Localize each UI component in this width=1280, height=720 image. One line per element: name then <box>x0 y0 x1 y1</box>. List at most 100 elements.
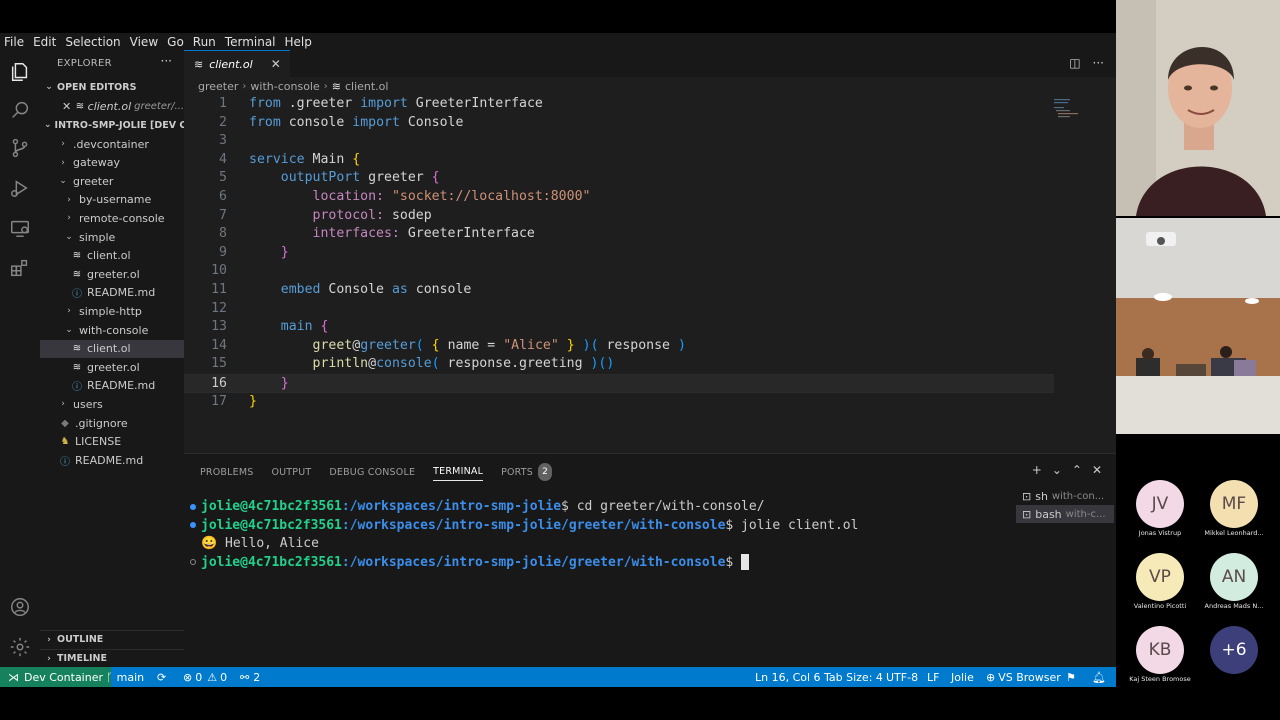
breadcrumb: greeter › with-console › ≋ client.ol <box>198 80 388 93</box>
tree-file[interactable]: ♞ LICENSE <box>40 433 184 451</box>
settings-gear-icon[interactable] <box>8 635 32 659</box>
menu-view[interactable]: View <box>130 35 158 49</box>
problems-indicator[interactable]: ⊗ 0 ⚠ 0 <box>183 667 227 687</box>
branch-indicator[interactable]: ᚴ main <box>106 667 144 687</box>
participant-avatar[interactable]: +6 <box>1210 626 1258 674</box>
minimap[interactable] <box>1054 97 1084 137</box>
tree-folder[interactable]: › users <box>40 395 184 413</box>
feedback-icon[interactable]: ⚑ <box>1066 667 1076 687</box>
participant-avatar[interactable]: KB <box>1136 626 1184 674</box>
ports-icon: ⚯ <box>240 670 250 684</box>
chevron-down-icon[interactable]: ⌄ <box>1052 463 1062 477</box>
line-number: 6 <box>219 189 227 204</box>
source-control-icon[interactable] <box>8 136 32 160</box>
run-debug-icon[interactable] <box>8 176 32 200</box>
tree-folder[interactable]: ⌄ with-console <box>40 321 184 339</box>
maximize-panel-icon[interactable]: ⌃ <box>1072 463 1082 477</box>
tab-problems[interactable]: PROBLEMS <box>200 463 253 481</box>
tree-item-label: README.md <box>87 286 156 300</box>
remote-indicator[interactable]: ⋊ Dev Container <box>0 667 111 687</box>
tree-item-label: greeter.ol <box>87 360 140 374</box>
encoding[interactable]: UTF-8 <box>886 667 918 687</box>
menu-selection[interactable]: Selection <box>65 35 120 49</box>
accounts-icon[interactable] <box>8 595 32 619</box>
menu-edit[interactable]: Edit <box>33 35 56 49</box>
more-actions-icon[interactable]: ··· <box>1093 56 1104 70</box>
terminal-icon: ⊡ <box>1022 489 1032 503</box>
line-number: 12 <box>211 300 227 316</box>
search-icon[interactable] <box>8 98 32 122</box>
cursor-position[interactable]: Ln 16, Col 6 <box>755 667 821 687</box>
remote-explorer-icon[interactable] <box>8 216 32 240</box>
breadcrumb-item[interactable]: greeter <box>198 80 238 93</box>
participant-name: Mikkel Leonhard... <box>1204 529 1264 537</box>
menu-terminal[interactable]: Terminal <box>225 35 276 49</box>
tree-item-label: README.md <box>87 379 156 393</box>
tree-file[interactable]: ≋ client.ol <box>40 247 184 265</box>
sync-icon[interactable]: ⟳ <box>157 667 166 687</box>
outline-section[interactable]: › OUTLINE <box>40 630 184 648</box>
tree-file[interactable]: ◆ .gitignore <box>40 414 184 432</box>
breadcrumb-item[interactable]: with-console <box>250 80 319 93</box>
tree-file[interactable]: ≋ client.ol <box>40 339 184 358</box>
info-file-icon: ⓘ <box>72 382 82 394</box>
new-terminal-icon[interactable]: + <box>1032 463 1042 477</box>
line-number: 10 <box>211 263 227 279</box>
close-icon[interactable]: ✕ <box>62 100 71 113</box>
participant-avatar[interactable]: JV <box>1136 480 1184 528</box>
menu-help[interactable]: Help <box>285 35 312 49</box>
split-editor-icon[interactable]: ◫ <box>1069 56 1080 70</box>
explorer-icon[interactable] <box>8 60 32 84</box>
notifications-icon[interactable]: 🔔︎ <box>1092 667 1106 687</box>
tree-folder[interactable]: ⌄ greeter <box>40 172 184 190</box>
timeline-section[interactable]: › TIMELINE <box>40 649 184 667</box>
tab-debug-console[interactable]: DEBUG CONSOLE <box>329 463 415 481</box>
vscode-window: File Edit Selection View Go Run Terminal… <box>0 33 1116 687</box>
tab-terminal[interactable]: TERMINAL <box>433 463 484 481</box>
end-of-line[interactable]: LF <box>927 667 939 687</box>
chevron-down-icon: ⌄ <box>45 82 53 92</box>
jolie-file-icon: ≋ <box>194 57 204 71</box>
participant-avatar[interactable]: VP <box>1136 553 1184 601</box>
terminal-item-sh[interactable]: ⊡ sh with-con... <box>1016 487 1114 505</box>
menu-go[interactable]: Go <box>167 35 184 49</box>
tree-folder[interactable]: › remote-console <box>40 209 184 227</box>
tree-folder[interactable]: ⌄ simple <box>40 228 184 246</box>
close-icon[interactable]: ✕ <box>271 57 281 71</box>
tree-file[interactable]: ≋ greeter.ol <box>40 265 184 283</box>
chevron-right-icon: › <box>47 634 51 645</box>
chevron-right-icon: › <box>67 213 71 224</box>
tree-file[interactable]: ⓘ README.md <box>40 377 184 395</box>
project-header[interactable]: ⌄ INTRO-SMP-JOLIE [DEV C... <box>40 116 184 134</box>
command-decoration-icon <box>190 522 196 529</box>
close-icon[interactable]: ✕ <box>1092 463 1102 477</box>
menu-run[interactable]: Run <box>193 35 216 49</box>
tree-folder[interactable]: › simple-http <box>40 302 184 320</box>
open-editor-item[interactable]: ✕ ≋ client.ol greeter/... <box>40 97 184 115</box>
participant-avatar[interactable]: AN <box>1210 553 1258 601</box>
tree-file[interactable]: ⓘ README.md <box>40 451 184 469</box>
tree-folder[interactable]: › .devcontainer <box>40 135 184 153</box>
code-editor[interactable]: 1 from .greeter import GreeterInterface 2… <box>184 95 1116 455</box>
participant-avatar[interactable]: MF <box>1210 480 1258 528</box>
extensions-icon[interactable] <box>8 256 32 280</box>
menu-file[interactable]: File <box>4 35 24 49</box>
tree-folder[interactable]: › gateway <box>40 154 184 172</box>
tab-output[interactable]: OUTPUT <box>271 463 311 481</box>
tab-size[interactable]: Tab Size: 4 <box>824 667 883 687</box>
terminal-item-bash[interactable]: ⊡ bash with-c... <box>1016 505 1114 523</box>
breadcrumb-item[interactable]: client.ol <box>345 80 389 93</box>
tree-file[interactable]: ⓘ README.md <box>40 284 184 302</box>
open-editors-header[interactable]: ⌄ OPEN EDITORS <box>40 78 184 96</box>
language-mode[interactable]: Jolie <box>951 667 974 687</box>
explorer-sidebar: EXPLORER ··· ⌄ OPEN EDITORS ✕ ≋ client.o… <box>40 50 184 667</box>
more-actions-icon[interactable]: ··· <box>161 54 172 68</box>
jolie-file-icon: ≋ <box>72 268 82 280</box>
vs-browser[interactable]: ⊕ VS Browser <box>986 667 1061 687</box>
tree-file[interactable]: ≋ greeter.ol <box>40 358 184 376</box>
tab-ports[interactable]: PORTS 2 <box>501 463 553 481</box>
ports-indicator[interactable]: ⚯ 2 <box>240 667 260 687</box>
tree-folder[interactable]: › by-username <box>40 191 184 209</box>
terminal[interactable]: jolie@4c71bc2f3561:/workspaces/intro-smp… <box>184 498 1014 658</box>
tab-client-ol[interactable]: ≋ client.ol ✕ <box>184 50 290 77</box>
